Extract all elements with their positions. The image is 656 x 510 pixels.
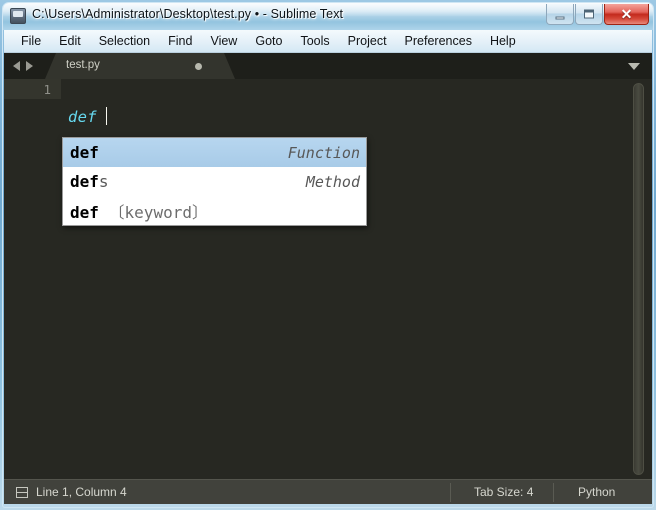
line-number-gutter: 1 xyxy=(4,79,61,479)
autocomplete-item-keyword[interactable]: def 〔keyword〕 xyxy=(63,196,366,225)
autocomplete-popup[interactable]: def Function defs Method def 〔keyword〕 xyxy=(62,137,367,226)
autocomplete-item-function[interactable]: def Function xyxy=(63,138,366,167)
chevron-down-icon[interactable] xyxy=(628,63,640,70)
maximize-button[interactable] xyxy=(575,4,603,25)
menu-item-project[interactable]: Project xyxy=(339,32,396,50)
autocomplete-rest-text: s xyxy=(98,172,109,191)
code-editor[interactable]: 1 def def Function defs Method def 〔keyw… xyxy=(4,79,652,479)
status-bar: Line 1, Column 4 Tab Size: 4 Python xyxy=(4,479,652,504)
autocomplete-match-text: def xyxy=(70,202,99,222)
editor-vertical-scrollbar[interactable] xyxy=(633,83,644,475)
chevron-right-icon[interactable] xyxy=(26,61,33,71)
menu-item-selection[interactable]: Selection xyxy=(90,32,159,50)
code-text: def xyxy=(68,108,97,126)
autocomplete-match-text: def xyxy=(70,172,99,191)
sublime-text-icon xyxy=(10,8,26,24)
sidebar-toggle-icon[interactable] xyxy=(16,487,28,498)
status-tab-size[interactable]: Tab Size: 4 xyxy=(474,485,533,499)
close-icon: ✕ xyxy=(620,6,633,22)
line-number: 1 xyxy=(43,82,51,97)
editor-shell: test.py 1 def def Function defs Method d… xyxy=(4,53,652,479)
autocomplete-match-text: def xyxy=(70,143,99,162)
menu-item-file[interactable]: File xyxy=(12,32,50,50)
tab-test-py[interactable]: test.py xyxy=(45,53,235,79)
status-syntax-mode[interactable]: Python xyxy=(578,485,615,499)
menu-item-edit[interactable]: Edit xyxy=(50,32,90,50)
application-window: C:\Users\Administrator\Desktop\test.py •… xyxy=(0,0,656,510)
window-title: C:\Users\Administrator\Desktop\test.py •… xyxy=(32,7,344,21)
maximize-icon xyxy=(584,9,594,19)
close-button[interactable]: ✕ xyxy=(604,4,649,25)
minimize-button[interactable] xyxy=(546,4,574,25)
menu-item-tools[interactable]: Tools xyxy=(291,32,338,50)
scrollbar-thumb[interactable] xyxy=(633,83,644,475)
title-bar[interactable]: C:\Users\Administrator\Desktop\test.py •… xyxy=(3,3,653,30)
chevron-left-icon[interactable] xyxy=(13,61,20,71)
tab-modified-indicator-icon[interactable] xyxy=(195,63,202,70)
status-cursor-position[interactable]: Line 1, Column 4 xyxy=(36,485,127,499)
menu-item-preferences[interactable]: Preferences xyxy=(396,32,481,50)
autocomplete-item-label: def xyxy=(70,143,99,162)
autocomplete-item-label: def 〔keyword〕 xyxy=(70,199,208,223)
autocomplete-item-method[interactable]: defs Method xyxy=(63,167,366,196)
autocomplete-item-type: Method xyxy=(305,172,360,191)
menu-item-find[interactable]: Find xyxy=(159,32,201,50)
status-divider xyxy=(553,483,554,502)
gutter-active-line xyxy=(4,79,61,99)
status-divider xyxy=(450,483,451,502)
menu-item-view[interactable]: View xyxy=(201,32,246,50)
window-controls: ✕ xyxy=(545,4,649,25)
autocomplete-keyword-text: 〔keyword〕 xyxy=(98,202,208,222)
tab-navigation xyxy=(13,61,33,71)
autocomplete-item-type: Function xyxy=(287,143,360,162)
text-caret xyxy=(106,107,107,125)
menu-item-help[interactable]: Help xyxy=(481,32,525,50)
tab-bar: test.py xyxy=(4,53,652,79)
autocomplete-item-label: defs xyxy=(70,172,109,191)
minimize-icon xyxy=(555,16,565,20)
menu-bar: File Edit Selection Find View Goto Tools… xyxy=(4,30,652,53)
menu-item-goto[interactable]: Goto xyxy=(246,32,291,50)
tab-label: test.py xyxy=(66,59,100,71)
